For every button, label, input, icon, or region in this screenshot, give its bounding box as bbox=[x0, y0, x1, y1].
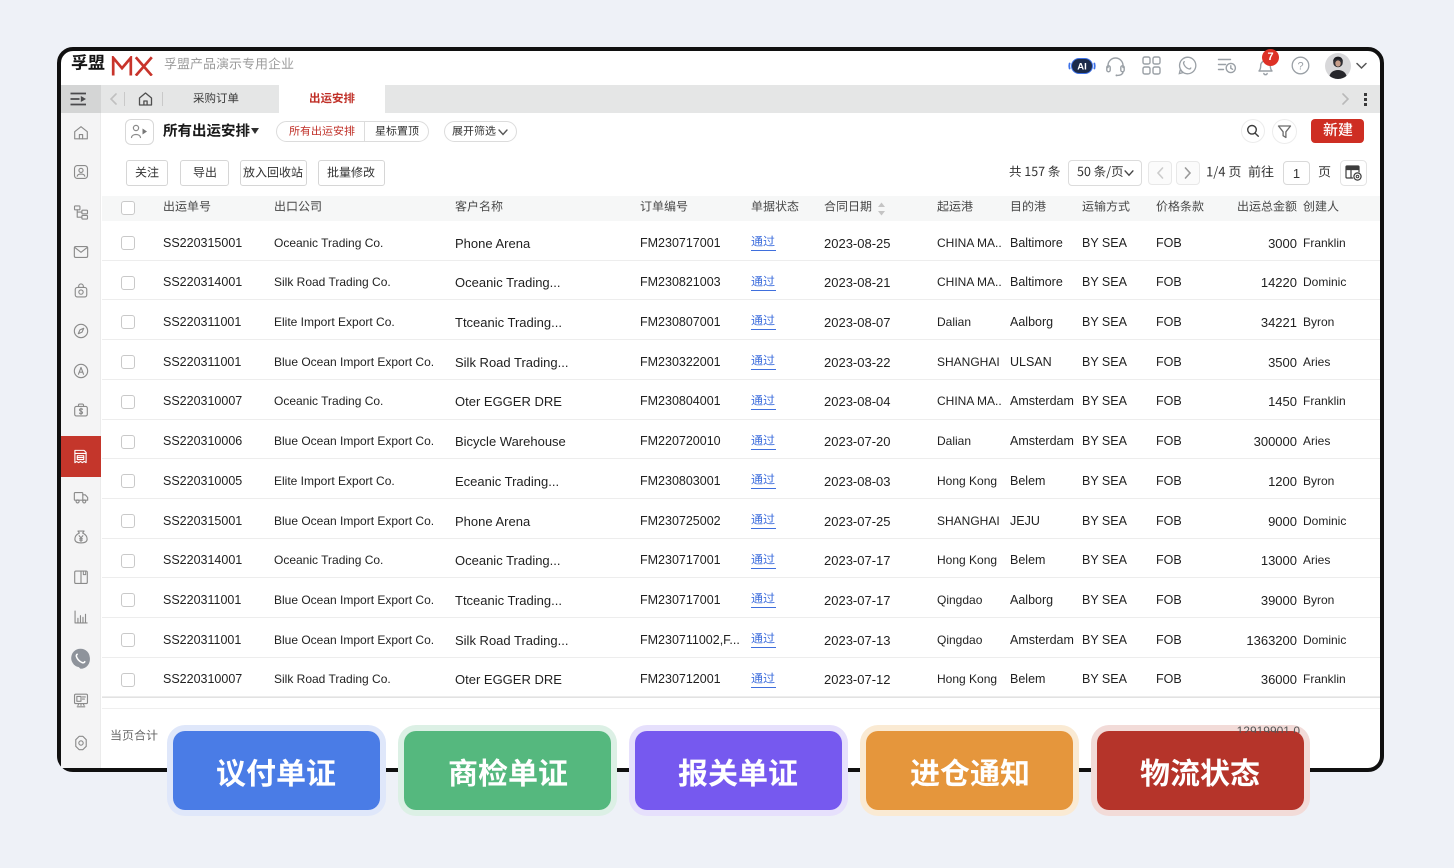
svg-text:?: ? bbox=[1297, 61, 1303, 73]
svg-text:AI: AI bbox=[1077, 62, 1087, 73]
